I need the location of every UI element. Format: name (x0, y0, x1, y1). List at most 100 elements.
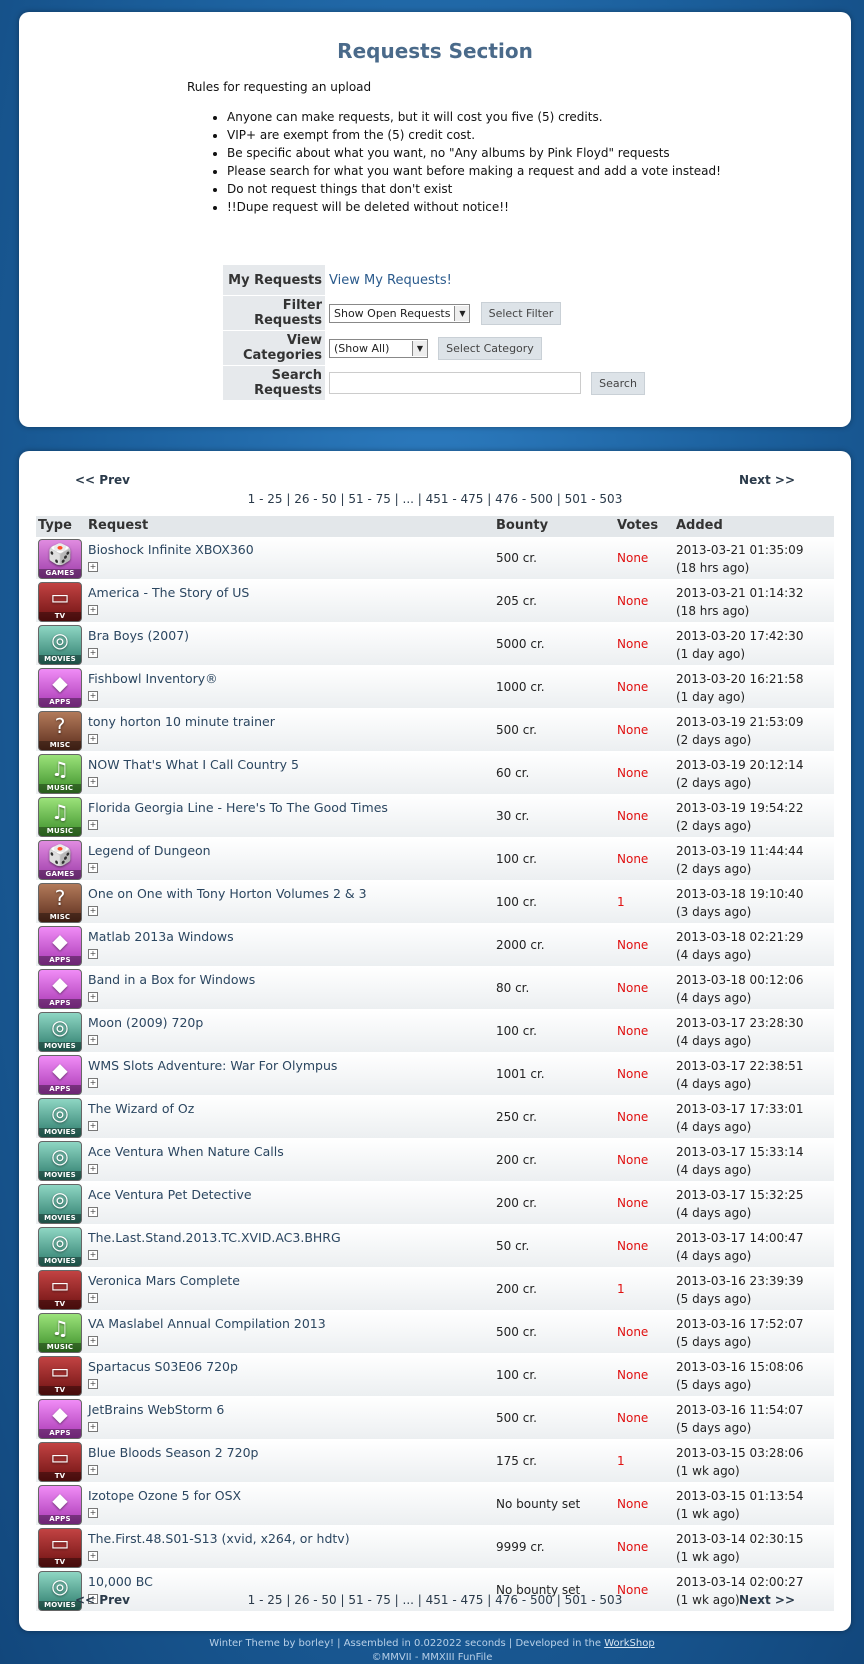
expand-icon[interactable]: + (88, 1379, 98, 1389)
expand-icon[interactable]: + (88, 820, 98, 830)
category-misc-icon[interactable]: ? MISC (38, 711, 82, 751)
request-title-link[interactable]: 10,000 BC (88, 1574, 153, 1589)
request-title-link[interactable]: Veronica Mars Complete (88, 1273, 240, 1288)
request-title-link[interactable]: The Wizard of Oz (88, 1101, 194, 1116)
expand-icon[interactable]: + (88, 1465, 98, 1475)
expand-icon[interactable]: + (88, 1250, 98, 1260)
page-link[interactable]: 1 - 25 (248, 1593, 283, 1607)
page-link[interactable]: 501 - 503 (565, 1593, 623, 1607)
category-music-icon[interactable]: ♫ MUSIC (38, 1313, 82, 1353)
category-apps-icon[interactable]: ◆ APPS (38, 969, 82, 1009)
column-votes[interactable]: Votes (617, 518, 658, 533)
category-apps-icon[interactable]: ◆ APPS (38, 1399, 82, 1439)
category-movies-icon[interactable]: ◎ MOVIES (38, 1184, 82, 1224)
page-link[interactable]: 501 - 503 (565, 492, 623, 506)
page-link[interactable]: 26 - 50 (294, 492, 337, 506)
expand-icon[interactable]: + (88, 648, 98, 658)
request-title-link[interactable]: Band in a Box for Windows (88, 972, 255, 987)
request-title-link[interactable]: Ace Ventura When Nature Calls (88, 1144, 284, 1159)
request-title-link[interactable]: tony horton 10 minute trainer (88, 714, 275, 729)
request-title-link[interactable]: Moon (2009) 720p (88, 1015, 203, 1030)
expand-icon[interactable]: + (88, 777, 98, 787)
expand-icon[interactable]: + (88, 992, 98, 1002)
category-select[interactable]: (Show All) ▼ (329, 338, 428, 358)
category-tv-icon[interactable]: ▭ TV (38, 1270, 82, 1310)
request-title-link[interactable]: Bioshock Infinite XBOX360 (88, 542, 254, 557)
page-link[interactable]: 1 - 25 (248, 492, 283, 506)
category-misc-icon[interactable]: ? MISC (38, 883, 82, 923)
filter-select[interactable]: Show Open Requests ▼ (329, 303, 471, 323)
expand-icon[interactable]: + (88, 1293, 98, 1303)
request-title-link[interactable]: Bra Boys (2007) (88, 628, 189, 643)
category-apps-icon[interactable]: ◆ APPS (38, 668, 82, 708)
select-filter-button[interactable]: Select Filter (480, 301, 562, 325)
request-title-link[interactable]: The.First.48.S01-S13 (xvid, x264, or hdt… (88, 1531, 350, 1546)
expand-icon[interactable]: + (88, 691, 98, 701)
next-page-link[interactable]: Next >> (739, 473, 795, 487)
page-link[interactable]: 26 - 50 (294, 1593, 337, 1607)
request-title-link[interactable]: Fishbowl Inventory® (88, 671, 218, 686)
expand-icon[interactable]: + (88, 605, 98, 615)
category-games-icon[interactable]: 🎲 GAMES (38, 539, 82, 579)
category-tv-icon[interactable]: ▭ TV (38, 582, 82, 622)
request-title-link[interactable]: America - The Story of US (88, 585, 249, 600)
expand-icon[interactable]: + (88, 863, 98, 873)
view-my-requests-link[interactable]: View My Requests! (329, 273, 452, 288)
column-request[interactable]: Request (88, 518, 148, 533)
select-category-button[interactable]: Select Category (438, 336, 542, 360)
page-link[interactable]: 51 - 75 (348, 492, 391, 506)
column-type[interactable]: Type (38, 518, 72, 533)
expand-icon[interactable]: + (88, 949, 98, 959)
request-title-link[interactable]: WMS Slots Adventure: War For Olympus (88, 1058, 337, 1073)
page-link[interactable]: 51 - 75 (348, 1593, 391, 1607)
request-title-link[interactable]: NOW That's What I Call Country 5 (88, 757, 299, 772)
column-added[interactable]: Added (676, 518, 723, 533)
request-title-link[interactable]: Izotope Ozone 5 for OSX (88, 1488, 241, 1503)
request-title-link[interactable]: Spartacus S03E06 720p (88, 1359, 238, 1374)
request-title-link[interactable]: JetBrains WebStorm 6 (88, 1402, 224, 1417)
request-title-link[interactable]: Matlab 2013a Windows (88, 929, 234, 944)
expand-icon[interactable]: + (88, 1035, 98, 1045)
category-movies-icon[interactable]: ◎ MOVIES (38, 1141, 82, 1181)
prev-page-link[interactable]: << Prev (75, 473, 130, 487)
category-games-icon[interactable]: 🎲 GAMES (38, 840, 82, 880)
column-bounty[interactable]: Bounty (496, 518, 548, 533)
expand-icon[interactable]: + (88, 1207, 98, 1217)
page-link[interactable]: 476 - 500 (495, 492, 553, 506)
page-link[interactable]: 451 - 475 (426, 492, 484, 506)
category-music-icon[interactable]: ♫ MUSIC (38, 754, 82, 794)
category-movies-icon[interactable]: ◎ MOVIES (38, 1012, 82, 1052)
expand-icon[interactable]: + (88, 906, 98, 916)
expand-icon[interactable]: + (88, 1508, 98, 1518)
expand-icon[interactable]: + (88, 562, 98, 572)
category-movies-icon[interactable]: ◎ MOVIES (38, 1098, 82, 1138)
search-input[interactable] (329, 372, 581, 394)
expand-icon[interactable]: + (88, 1164, 98, 1174)
expand-icon[interactable]: + (88, 1422, 98, 1432)
search-button[interactable]: Search (591, 371, 645, 395)
request-title-link[interactable]: The.Last.Stand.2013.TC.XVID.AC3.BHRG (88, 1230, 341, 1245)
page-link[interactable]: 451 - 475 (426, 1593, 484, 1607)
category-tv-icon[interactable]: ▭ TV (38, 1356, 82, 1396)
category-apps-icon[interactable]: ◆ APPS (38, 1485, 82, 1525)
category-movies-icon[interactable]: ◎ MOVIES (38, 625, 82, 665)
category-movies-icon[interactable]: ◎ MOVIES (38, 1227, 82, 1267)
category-tv-icon[interactable]: ▭ TV (38, 1528, 82, 1568)
expand-icon[interactable]: + (88, 1078, 98, 1088)
expand-icon[interactable]: + (88, 1336, 98, 1346)
category-tv-icon[interactable]: ▭ TV (38, 1442, 82, 1482)
expand-icon[interactable]: + (88, 1121, 98, 1131)
workshop-link[interactable]: WorkShop (604, 1638, 654, 1649)
request-title-link[interactable]: Blue Bloods Season 2 720p (88, 1445, 258, 1460)
request-title-link[interactable]: Ace Ventura Pet Detective (88, 1187, 252, 1202)
category-apps-icon[interactable]: ◆ APPS (38, 926, 82, 966)
category-music-icon[interactable]: ♫ MUSIC (38, 797, 82, 837)
request-title-link[interactable]: VA Maslabel Annual Compilation 2013 (88, 1316, 326, 1331)
expand-icon[interactable]: + (88, 1551, 98, 1561)
request-title-link[interactable]: One on One with Tony Horton Volumes 2 & … (88, 886, 367, 901)
expand-icon[interactable]: + (88, 734, 98, 744)
request-title-link[interactable]: Florida Georgia Line - Here's To The Goo… (88, 800, 388, 815)
next-page-link[interactable]: Next >> (739, 1593, 795, 1607)
category-apps-icon[interactable]: ◆ APPS (38, 1055, 82, 1095)
page-link[interactable]: 476 - 500 (495, 1593, 553, 1607)
